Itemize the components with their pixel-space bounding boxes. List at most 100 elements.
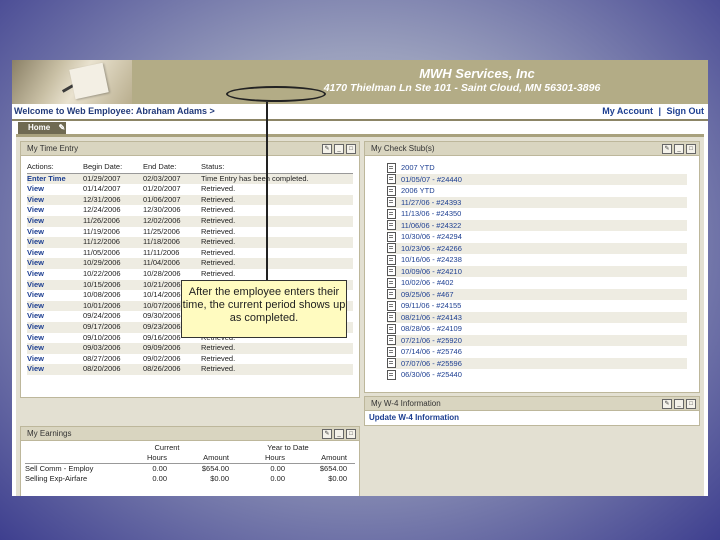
begin-date: 10/22/2006	[83, 268, 121, 278]
list-item[interactable]: 10/30/06 - #24294	[387, 231, 687, 243]
list-item[interactable]: 2006 YTD	[387, 185, 687, 197]
begin-date: 11/19/2006	[83, 226, 120, 236]
check-stub-link[interactable]: 07/21/06 - #25920	[401, 335, 462, 347]
list-item[interactable]: 11/27/06 - #24393	[387, 196, 687, 209]
column-header: End Date:	[143, 162, 177, 171]
status-text: Retrieved.	[201, 237, 236, 247]
row-action-link[interactable]: View	[27, 354, 83, 365]
maximize-icon[interactable]: □	[346, 429, 356, 439]
edit-icon[interactable]: ✎	[322, 429, 332, 439]
maximize-icon[interactable]: □	[346, 144, 356, 154]
list-item[interactable]: 11/06/06 - #24322	[387, 219, 687, 232]
begin-date: 08/20/2006	[83, 364, 121, 374]
begin-date: 10/01/2006	[83, 300, 121, 310]
row-action-link[interactable]: View	[27, 205, 83, 216]
my-account-link[interactable]: My Account	[602, 106, 653, 116]
row-action-link[interactable]: View	[27, 216, 83, 227]
list-item[interactable]: 06/30/06 - #25440	[387, 369, 687, 381]
end-date: 08/26/2006	[143, 364, 181, 374]
check-stub-link[interactable]: 06/30/06 - #25440	[401, 369, 462, 381]
highlight-ellipse	[226, 86, 326, 102]
check-stub-link[interactable]: 10/23/06 - #24266	[401, 243, 462, 255]
table-header-row: Actions: Begin Date: End Date: Status:	[27, 162, 353, 174]
list-item[interactable]: 2007 YTD	[387, 162, 687, 174]
sign-out-link[interactable]: Sign Out	[667, 106, 705, 116]
check-stub-link[interactable]: 2006 YTD	[401, 185, 435, 197]
list-item[interactable]: 10/23/06 - #24266	[387, 242, 687, 255]
row-action-link[interactable]: View	[27, 248, 83, 259]
check-stub-link[interactable]: 11/13/06 - #24350	[401, 208, 461, 220]
row-action-link[interactable]: View	[27, 333, 83, 344]
list-item[interactable]: 10/16/06 - #24238	[387, 254, 687, 266]
tab-home[interactable]: Home ✎	[18, 122, 66, 134]
maximize-icon[interactable]: □	[686, 144, 696, 154]
list-item[interactable]: 07/14/06 - #25746	[387, 346, 687, 358]
edit-icon[interactable]: ✎	[662, 144, 672, 154]
document-icon	[387, 323, 396, 334]
row-action-link[interactable]: View	[27, 290, 83, 301]
app-frame: MWH Services, Inc 4170 Thielman Ln Ste 1…	[12, 60, 708, 496]
check-stub-list: 2007 YTD 01/05/07 - #24440 2006 YTD 11/27/0…	[387, 162, 687, 381]
row-action-link[interactable]: View	[27, 322, 83, 333]
status-text: Retrieved.	[201, 268, 236, 278]
time-entry-table: Actions: Begin Date: End Date: Status: E…	[27, 162, 353, 375]
begin-date: 10/08/2006	[83, 290, 121, 300]
row-action-link[interactable]: View	[27, 258, 83, 269]
list-item[interactable]: 01/05/07 - #24440	[387, 173, 687, 186]
list-item[interactable]: 10/02/06 - #402	[387, 277, 687, 289]
row-action-link[interactable]: Enter Time	[27, 174, 83, 185]
maximize-icon[interactable]: □	[686, 399, 696, 409]
check-stub-link[interactable]: 11/27/06 - #24393	[401, 197, 461, 209]
edit-icon[interactable]: ✎	[58, 123, 65, 132]
current-hours: 0.00	[152, 464, 167, 473]
header-banner: MWH Services, Inc 4170 Thielman Ln Ste 1…	[12, 60, 708, 104]
end-date: 11/25/2006	[143, 226, 180, 236]
minimize-icon[interactable]: _	[334, 429, 344, 439]
check-stub-link[interactable]: 10/30/06 - #24294	[401, 231, 462, 243]
list-item[interactable]: 08/28/06 - #24109	[387, 323, 687, 335]
row-action-link[interactable]: View	[27, 311, 83, 322]
minimize-icon[interactable]: _	[674, 399, 684, 409]
check-stub-link[interactable]: 10/09/06 - #24210	[401, 266, 462, 278]
row-action-link[interactable]: View	[27, 237, 83, 248]
minimize-icon[interactable]: _	[674, 144, 684, 154]
list-item[interactable]: 07/07/06 - #25596	[387, 357, 687, 370]
row-action-link[interactable]: View	[27, 184, 83, 195]
check-stub-link[interactable]: 07/07/06 - #25596	[401, 358, 462, 370]
check-stub-link[interactable]: 01/05/07 - #24440	[401, 174, 462, 186]
row-action-link[interactable]: View	[27, 269, 83, 280]
update-w4-link[interactable]: Update W-4 Information	[369, 413, 459, 422]
row-action-link[interactable]: View	[27, 301, 83, 312]
w4-panel: My W-4 Information ✎ _ □ Update W-4 Info…	[364, 396, 700, 426]
check-stub-link[interactable]: 08/21/06 - #24143	[401, 312, 462, 324]
row-action-link[interactable]: View	[27, 280, 83, 291]
row-action-link[interactable]: View	[27, 227, 83, 238]
check-stub-link[interactable]: 09/11/06 - #24155	[401, 300, 461, 312]
check-stub-link[interactable]: 09/25/06 - #467	[401, 289, 454, 301]
minimize-icon[interactable]: _	[334, 144, 344, 154]
document-icon	[387, 300, 396, 311]
check-stub-link[interactable]: 11/06/06 - #24322	[401, 220, 461, 232]
earning-type: Sell Comm - Employ	[25, 464, 94, 473]
list-item[interactable]: 10/09/06 - #24210	[387, 265, 687, 278]
check-stub-link[interactable]: 10/16/06 - #24238	[401, 254, 462, 266]
begin-date: 11/05/2006	[83, 247, 120, 257]
begin-date: 10/29/2006	[83, 258, 121, 268]
list-item[interactable]: 09/25/06 - #467	[387, 288, 687, 301]
table-row: View 11/12/2006 11/18/2006 Retrieved.	[27, 237, 353, 248]
row-action-link[interactable]: View	[27, 364, 83, 375]
row-action-link[interactable]: View	[27, 343, 83, 354]
list-item[interactable]: 07/21/06 - #25920	[387, 334, 687, 347]
row-action-link[interactable]: View	[27, 195, 83, 206]
check-stub-link[interactable]: 08/28/06 - #24109	[401, 323, 462, 335]
check-stub-link[interactable]: 10/02/06 - #402	[401, 277, 454, 289]
check-stub-link[interactable]: 2007 YTD	[401, 162, 435, 174]
edit-icon[interactable]: ✎	[322, 144, 332, 154]
edit-icon[interactable]: ✎	[662, 399, 672, 409]
table-row: View 01/14/2007 01/20/2007 Retrieved.	[27, 184, 353, 195]
list-item[interactable]: 08/21/06 - #24143	[387, 311, 687, 324]
list-item[interactable]: 09/11/06 - #24155	[387, 300, 687, 312]
list-item[interactable]: 11/13/06 - #24350	[387, 208, 687, 220]
check-stub-link[interactable]: 07/14/06 - #25746	[401, 346, 462, 358]
